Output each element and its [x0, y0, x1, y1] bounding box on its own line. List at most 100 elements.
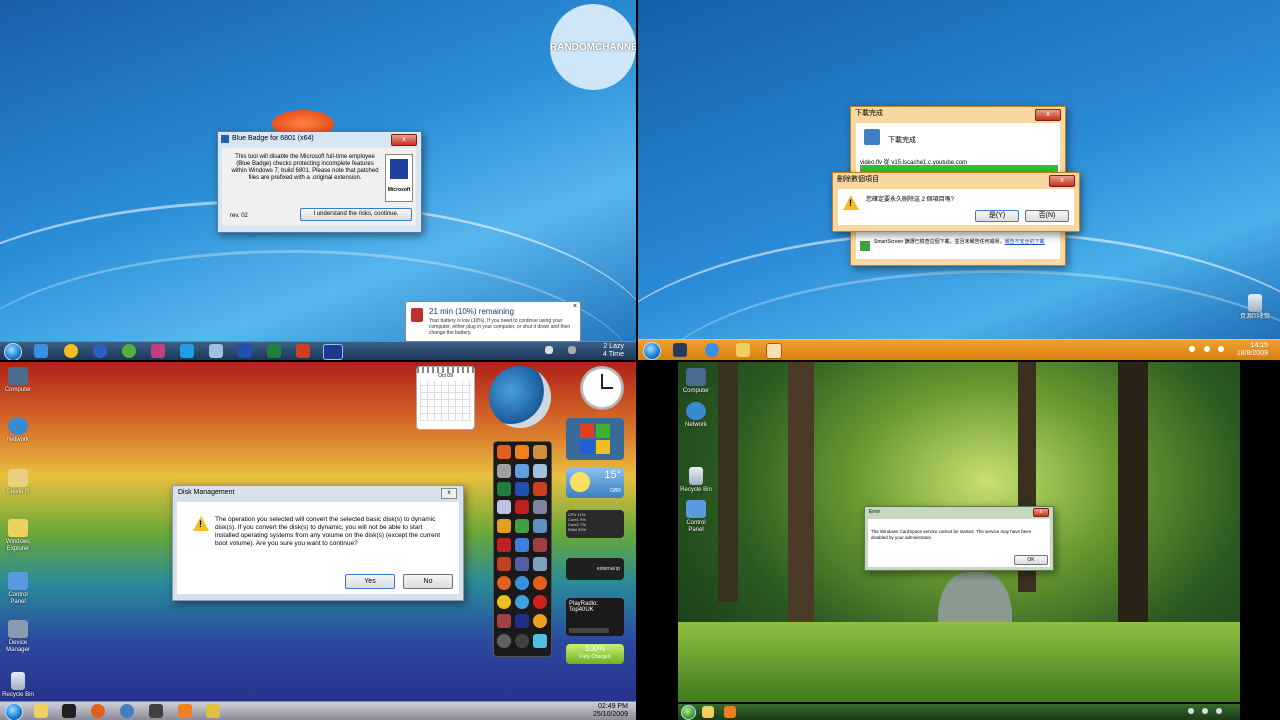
start-button[interactable] — [643, 342, 661, 360]
tray-icon[interactable] — [1188, 708, 1194, 714]
weather-gadget[interactable]: 15° GBR — [566, 468, 624, 498]
vlc-icon[interactable] — [178, 704, 192, 718]
taskbar-clock[interactable]: 02:49 PM 25/10/2009 — [593, 703, 628, 719]
desktop-icon-computer[interactable]: Computer — [678, 368, 714, 395]
firefox-icon[interactable] — [497, 576, 511, 590]
app-icon[interactable] — [497, 500, 511, 514]
app-icon[interactable] — [533, 519, 547, 533]
word-icon[interactable] — [515, 482, 529, 496]
globe-icon[interactable] — [93, 344, 107, 358]
app-icon[interactable] — [533, 538, 547, 552]
opera-icon[interactable] — [533, 595, 547, 609]
app-icon[interactable] — [515, 614, 529, 628]
app-icon[interactable] — [515, 519, 529, 533]
desktop-icon-user[interactable]: Stevie R — [0, 469, 36, 496]
app-icon[interactable] — [515, 464, 529, 478]
start-button[interactable] — [4, 343, 22, 360]
excel-icon[interactable] — [497, 482, 511, 496]
word-icon[interactable] — [238, 344, 252, 358]
calendar-gadget[interactable]: Oct 09 — [416, 366, 475, 430]
yes-button[interactable]: 是(Y) — [975, 210, 1019, 222]
app-icon[interactable] — [497, 557, 511, 571]
media-icon[interactable] — [533, 445, 547, 459]
vlc-icon[interactable] — [515, 445, 529, 459]
desktop-icon-explorer[interactable]: Windows Explorer — [0, 519, 36, 553]
browser-icon[interactable] — [533, 576, 547, 590]
app-icon[interactable] — [151, 344, 165, 358]
powerpoint-icon[interactable] — [296, 344, 310, 358]
tray-icon[interactable] — [1202, 708, 1208, 714]
close-button[interactable]: x — [441, 488, 457, 499]
app-icon[interactable] — [515, 557, 529, 571]
desktop-icon-computer[interactable]: Computer — [0, 367, 36, 394]
radio-gadget[interactable]: PlayRadio: Top40UK — [566, 598, 624, 636]
browser-icon[interactable] — [515, 595, 529, 609]
no-button[interactable]: No — [403, 574, 453, 589]
app-icon[interactable] — [497, 464, 511, 478]
desktop-icon[interactable] — [673, 343, 687, 357]
yes-button[interactable]: Yes — [345, 574, 395, 589]
close-button[interactable]: x — [1049, 175, 1075, 187]
app-icon[interactable] — [533, 464, 547, 478]
app-icon[interactable] — [533, 634, 547, 648]
vlc-icon[interactable] — [724, 706, 736, 718]
recycle-bin-icon[interactable]: 資源回收筒 — [1232, 294, 1278, 321]
firefox-icon[interactable] — [91, 704, 105, 718]
taskbar-clock[interactable]: 2 Lazy 4 Time — [603, 343, 624, 359]
windows-logo-gadget[interactable] — [566, 418, 624, 460]
desktop-icon-network[interactable]: Network — [0, 417, 36, 444]
battery-tray-icon[interactable] — [568, 346, 576, 354]
clock-gadget[interactable] — [580, 366, 624, 410]
folder-icon[interactable] — [34, 704, 48, 718]
excel-icon[interactable] — [267, 344, 281, 358]
desktop-icon-recycle-bin[interactable]: Recycle Bin — [678, 467, 714, 494]
acrobat-icon[interactable] — [515, 500, 529, 514]
folder-icon[interactable] — [736, 343, 750, 357]
app-icon[interactable] — [533, 500, 547, 514]
tray-icon[interactable] — [1204, 346, 1210, 352]
media-player-icon[interactable] — [766, 343, 782, 359]
terminal-icon[interactable] — [62, 704, 76, 718]
app-icon[interactable] — [149, 704, 163, 718]
app-icon[interactable] — [497, 614, 511, 628]
desktop-icon-device-manager[interactable]: Device Manager — [0, 620, 36, 654]
ie-icon[interactable] — [34, 344, 48, 358]
firefox-icon[interactable] — [497, 445, 511, 459]
app-icon[interactable] — [497, 519, 511, 533]
task-app-icon[interactable] — [323, 344, 343, 360]
app-icon[interactable] — [515, 538, 529, 552]
chrome-icon[interactable] — [64, 344, 78, 358]
desktop-icon-control-panel[interactable]: Control Panel — [678, 500, 714, 534]
app-icon[interactable] — [497, 634, 511, 648]
start-button[interactable] — [5, 703, 23, 720]
app-icon[interactable] — [533, 557, 547, 571]
app-icon[interactable] — [515, 634, 529, 648]
tray-icon[interactable] — [1189, 346, 1195, 352]
ie-icon[interactable] — [705, 343, 719, 357]
skype-icon[interactable] — [180, 344, 194, 358]
close-button[interactable]: x — [1035, 109, 1061, 121]
ie-icon[interactable] — [515, 576, 529, 590]
tray-icon[interactable] — [545, 346, 553, 354]
start-button[interactable] — [681, 705, 696, 720]
chrome-icon[interactable] — [497, 595, 511, 609]
continue-button[interactable]: I understand the risks, continue. — [300, 208, 412, 221]
close-button[interactable]: x — [1033, 508, 1049, 517]
folder-icon[interactable] — [702, 706, 714, 718]
app-icon[interactable] — [497, 538, 511, 552]
media-icon[interactable] — [209, 344, 223, 358]
tray-icon[interactable] — [1218, 346, 1224, 352]
lock-icon[interactable] — [206, 704, 220, 718]
close-button[interactable]: x — [391, 134, 417, 146]
external-ip-gadget[interactable]: external ip — [566, 558, 624, 580]
radio-controls[interactable] — [569, 628, 609, 633]
close-icon[interactable]: × — [573, 303, 577, 310]
battery-notification[interactable]: 21 min (10%) remaining Your battery is l… — [405, 301, 581, 343]
desktop-icon-network[interactable]: Network — [678, 402, 714, 429]
desktop-icon-control-panel[interactable]: Control Panel — [0, 572, 36, 606]
report-link[interactable]: 報告不安全的下載 — [1005, 239, 1045, 245]
network-meter-gadget[interactable] — [489, 366, 551, 428]
taskbar-clock[interactable]: 14:15 18/8/2009 — [1237, 342, 1268, 358]
tray-icon[interactable] — [1216, 708, 1222, 714]
xbox-icon[interactable] — [122, 344, 136, 358]
